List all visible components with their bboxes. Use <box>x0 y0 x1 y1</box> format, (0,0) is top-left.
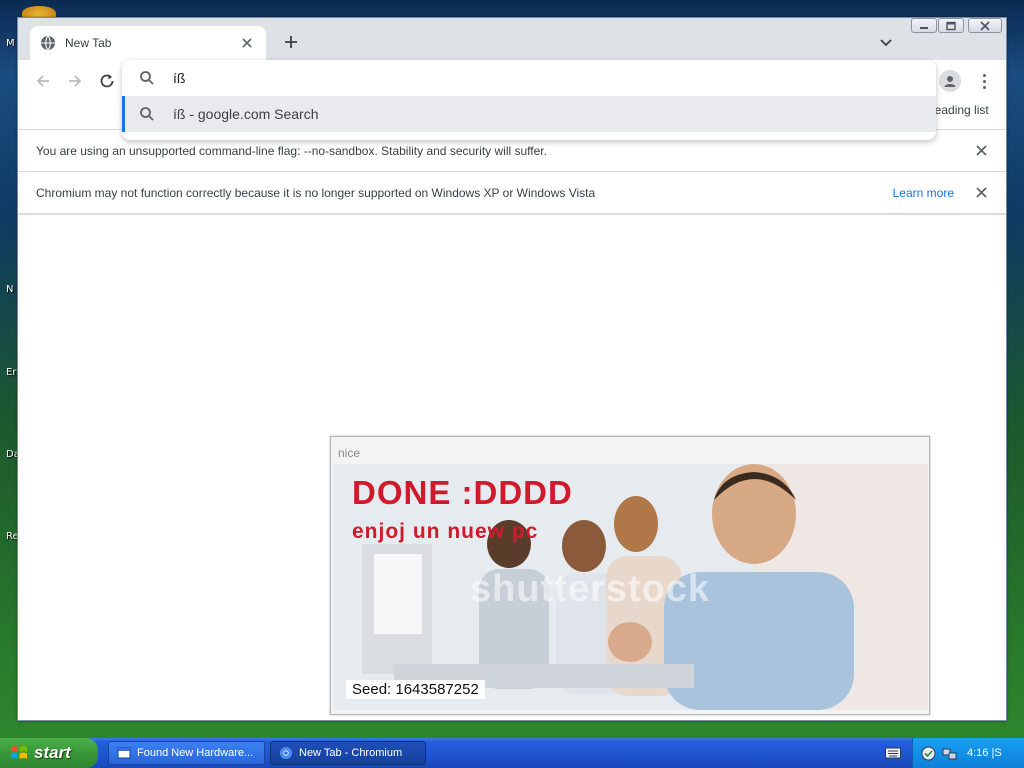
search-icon <box>140 107 154 121</box>
clock: 4:16 |S <box>967 747 1002 759</box>
taskbar: start Found New Hardware... New Tab - Ch… <box>0 738 1024 768</box>
suggestion-text: íß - google.com Search <box>173 106 319 122</box>
enjoy-subline: enjoj un nuew pc <box>352 520 539 543</box>
reload-button[interactable] <box>94 68 120 94</box>
globe-icon <box>41 35 55 51</box>
forward-button[interactable] <box>62 68 88 94</box>
taskbar-button-found-new-hardware[interactable]: Found New Hardware... <box>108 741 265 765</box>
nice-popup-window[interactable]: nice DONE :DDDD enjoj un nuew pc shutter… <box>330 436 930 715</box>
omnibox-input-row[interactable] <box>122 60 936 96</box>
unsupported-os-infobar: Chromium may not function correctly beca… <box>18 171 1006 213</box>
reload-icon <box>100 74 114 88</box>
search-icon <box>140 71 154 85</box>
desktop-label-2: N <box>6 284 14 295</box>
close-icon[interactable] <box>972 142 990 160</box>
omnibox-suggestion[interactable]: íß - google.com Search <box>122 96 936 132</box>
done-headline: DONE :DDDD <box>352 474 573 511</box>
system-tray: 4:16 |S <box>912 738 1024 768</box>
chromium-icon <box>280 747 292 759</box>
popup-image: DONE :DDDD enjoj un nuew pc shutterstock… <box>334 464 928 710</box>
tab-search-button[interactable] <box>876 33 896 53</box>
forward-arrow-icon <box>69 75 82 87</box>
close-window-button[interactable] <box>968 18 1002 33</box>
taskbar-button-label: Found New Hardware... <box>137 747 254 759</box>
back-button[interactable] <box>30 68 56 94</box>
reading-list-button[interactable]: Reading list <box>926 103 1006 117</box>
network-icon[interactable] <box>942 746 957 761</box>
learn-more-link[interactable]: Learn more <box>893 186 954 200</box>
keyboard-icon[interactable] <box>885 746 901 760</box>
tab-strip: New Tab <box>18 18 1006 60</box>
minimize-button[interactable] <box>911 18 937 33</box>
windows-flag-icon <box>11 746 27 759</box>
window-icon <box>117 747 131 759</box>
security-shield-icon[interactable] <box>921 746 936 761</box>
taskbar-button-label: New Tab - Chromium <box>299 747 403 759</box>
infobar-divider <box>18 213 1006 215</box>
desktop-label-1: M <box>6 38 15 49</box>
start-label: start <box>34 743 71 762</box>
profile-icon <box>939 70 961 92</box>
taskbar-button-chromium[interactable]: New Tab - Chromium <box>270 741 426 765</box>
new-tab-button[interactable] <box>280 31 302 53</box>
start-button[interactable]: start <box>0 738 98 768</box>
infobar-text: Chromium may not function correctly beca… <box>36 185 596 200</box>
maximize-button[interactable] <box>938 18 964 33</box>
shutterstock-watermark: shutterstock <box>470 568 711 610</box>
close-icon[interactable] <box>972 184 990 202</box>
plus-icon <box>285 36 297 48</box>
omnibox-dropdown: íß - google.com Search <box>122 60 936 140</box>
close-icon[interactable] <box>238 34 256 52</box>
desktop-label-3: Er <box>6 367 17 378</box>
profile-button[interactable] <box>936 67 964 95</box>
address-input[interactable] <box>173 70 893 86</box>
back-arrow-icon <box>36 75 49 87</box>
infobar-text: You are using an unsupported command-lin… <box>36 143 547 158</box>
popup-title: nice <box>338 446 361 460</box>
chevron-down-icon <box>880 39 892 47</box>
tab-new-tab[interactable]: New Tab <box>30 26 266 60</box>
tab-title: New Tab <box>65 36 112 50</box>
kebab-menu-icon[interactable] <box>972 68 996 94</box>
seed-label: Seed: 1643587252 <box>346 680 485 699</box>
